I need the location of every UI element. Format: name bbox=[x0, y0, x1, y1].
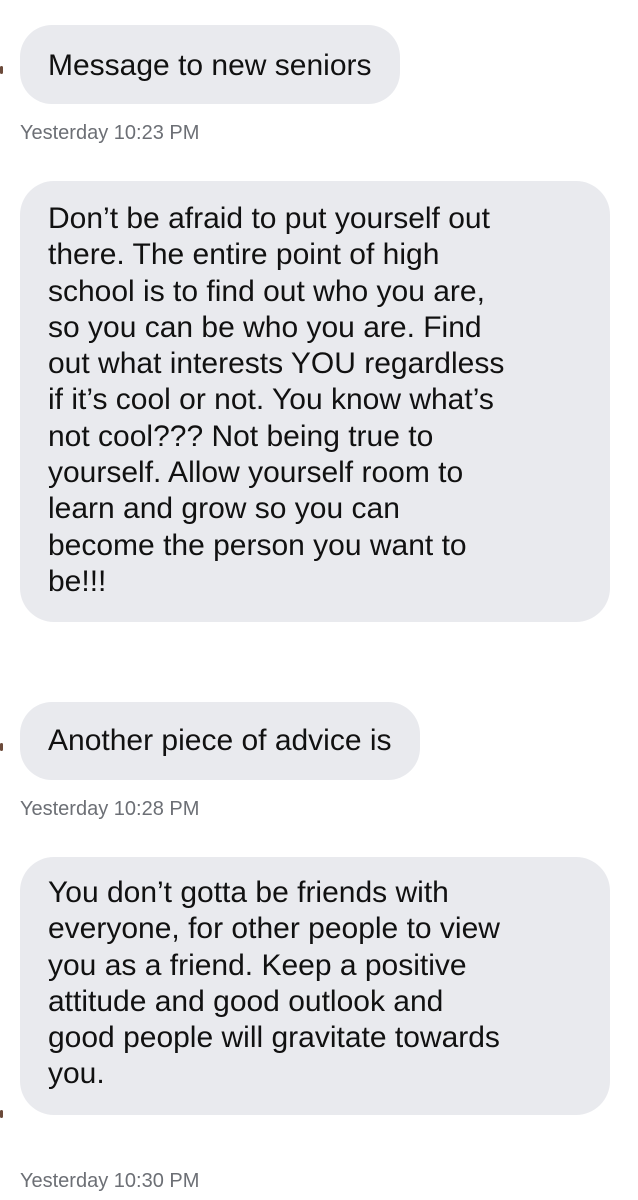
message-timestamp: Yesterday 10:28 PM bbox=[20, 798, 200, 820]
message-bubble[interactable]: Message to new seniors bbox=[20, 25, 400, 105]
message-bubble[interactable]: Another piece of advice is bbox=[20, 702, 420, 781]
message-bubble[interactable]: Don’t be afraid to put yourself out ther… bbox=[20, 181, 610, 623]
avatar-edge bbox=[0, 66, 3, 74]
avatar-edge bbox=[0, 743, 3, 751]
message-timestamp: Yesterday 10:30 PM bbox=[20, 1170, 200, 1192]
message-timestamp: Yesterday 10:23 PM bbox=[20, 122, 200, 144]
message-bubble[interactable]: You don’t gotta be friends with everyone… bbox=[20, 857, 610, 1115]
avatar-edge bbox=[0, 1110, 3, 1118]
